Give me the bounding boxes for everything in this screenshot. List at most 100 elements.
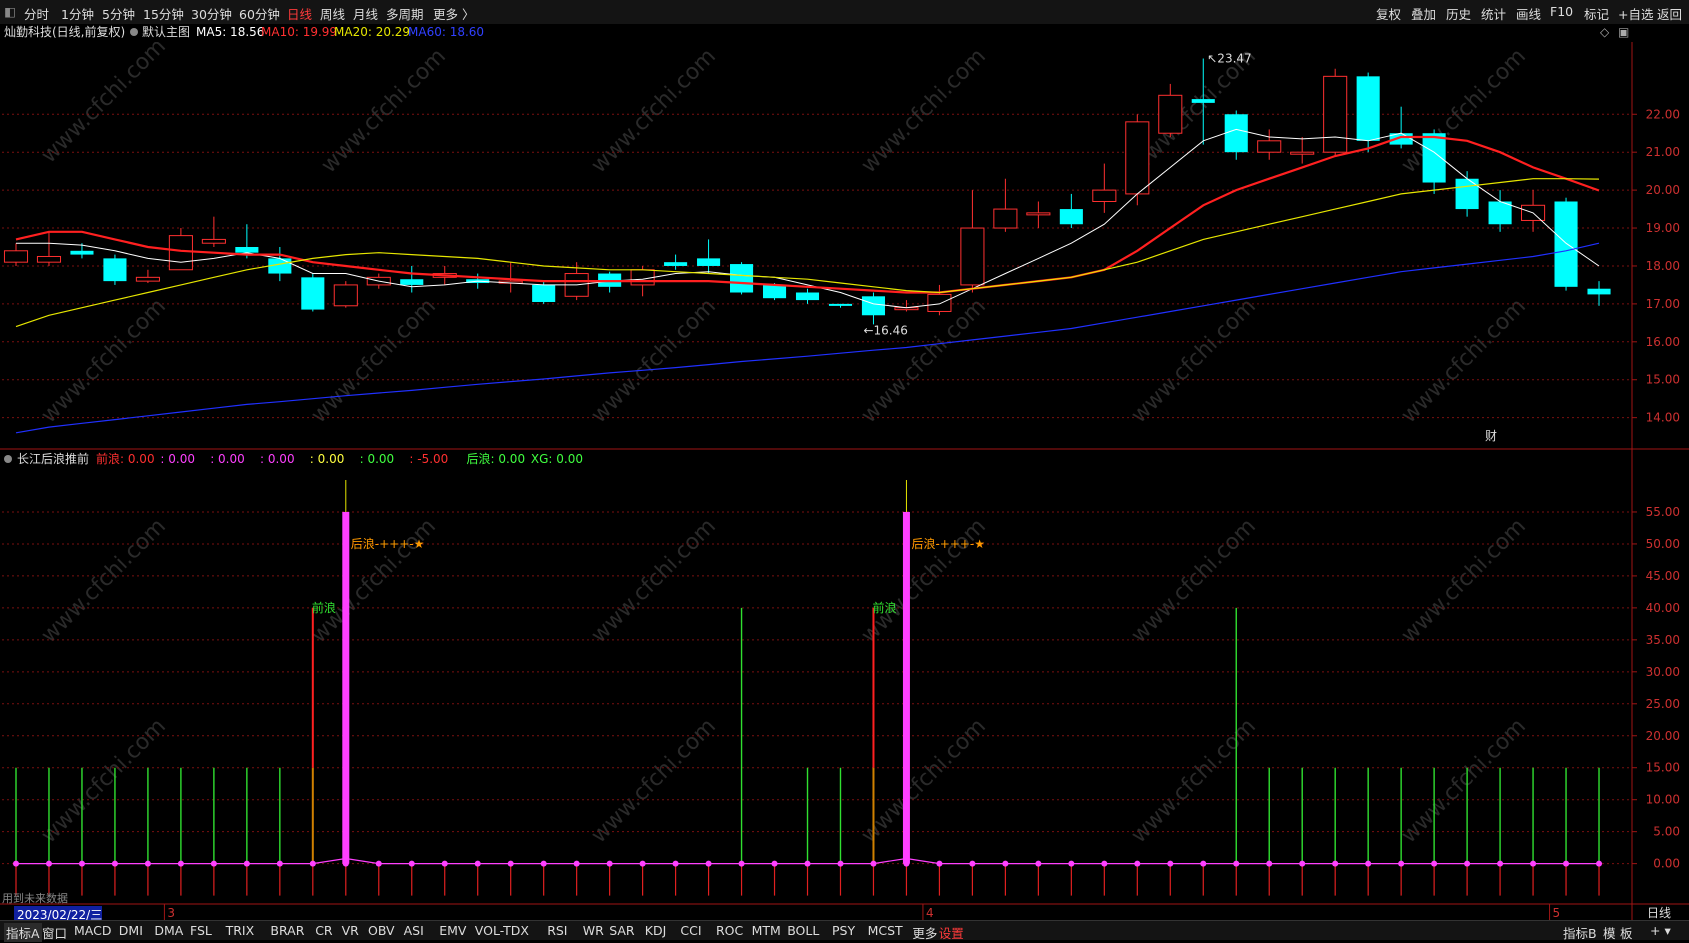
magenta-bar-10 — [342, 511, 350, 864]
sub-ytick-label-5: 25.00 — [1646, 697, 1680, 711]
toolbar-button-1[interactable]: 叠加 — [1411, 4, 1436, 23]
period-tab-0[interactable]: 分时 — [24, 4, 49, 23]
panel-max-icon[interactable]: ▣ — [1618, 25, 1629, 39]
indicator-tab-1[interactable]: DMI — [119, 923, 143, 938]
ma60-value: MA60: 18.60 — [408, 25, 484, 39]
indicator-tab-14[interactable]: SAR — [609, 923, 634, 938]
zero-dot-7 — [243, 860, 250, 867]
period-tab-8[interactable]: 月线 — [353, 4, 378, 23]
indicator-tab-5[interactable]: BRAR — [270, 923, 304, 938]
toolbar-button-3[interactable]: 统计 — [1481, 4, 1506, 23]
sub-ytick-label-2: 10.00 — [1646, 793, 1680, 807]
indicator-tabs: 指标A 窗口 MACD DMI DMA FSL TRIX BRAR CR VR OBV ASI EMV V… — [0, 920, 1689, 942]
period-tab-6[interactable]: 日线 — [287, 4, 312, 23]
zero-dot-4 — [144, 860, 151, 867]
watermark-layer: www.cfchi.com www.cfchi.com www.cfchi.com w… — [37, 34, 1531, 848]
period-tab-9[interactable]: 多周期 — [386, 4, 424, 23]
toolbar-button-2[interactable]: 历史 — [1446, 4, 1471, 23]
zero-dot-46 — [1530, 860, 1537, 867]
indicator-plot: 前浪 前浪 后浪-+++-★ 后浪-+++-★ — [13, 480, 1603, 896]
zero-dot-34 — [1134, 860, 1141, 867]
candle-body-48 — [1587, 288, 1611, 295]
sub-ytick-label-0: 0.00 — [1653, 857, 1680, 871]
indicator-tab-16[interactable]: CCI — [680, 923, 701, 938]
indicator-tab-4[interactable]: TRIX — [226, 923, 255, 938]
toolbar-button-5[interactable]: F10 — [1550, 4, 1573, 19]
indicator-tab-20[interactable]: PSY — [832, 923, 855, 938]
candle-body-2 — [70, 250, 94, 255]
toolbar-button-8[interactable]: 返回 — [1657, 4, 1682, 23]
toolbar-button-0[interactable]: 复权 — [1376, 4, 1401, 23]
indicator-tab-23[interactable]: 设置 — [939, 923, 964, 942]
indicator-b-button[interactable]: 指标B — [1563, 923, 1597, 942]
period-tab-5[interactable]: 60分钟 — [239, 4, 280, 23]
main-template-label[interactable]: 默认主图 — [142, 24, 190, 39]
indicator-tab-11[interactable]: VOL-TDX — [475, 923, 529, 938]
sub-ytick-label-3: 15.00 — [1646, 761, 1680, 775]
candle-body-37 — [1224, 114, 1248, 153]
indicator-tab-21[interactable]: MCST — [868, 923, 903, 938]
panel-diamond-icon[interactable]: ◇ — [1600, 25, 1610, 39]
toolbar-button-4[interactable]: 画线 — [1516, 4, 1541, 23]
candle-body-28 — [927, 293, 952, 312]
add-indicator-icon[interactable]: + ▾ — [1650, 923, 1671, 938]
template-toggle-icon[interactable] — [130, 28, 138, 36]
zero-dot-40 — [1332, 860, 1339, 867]
period-tab-4[interactable]: 30分钟 — [191, 4, 232, 23]
watermark-20: www.cfchi.com — [857, 714, 991, 848]
indicator-tab-0[interactable]: MACD — [74, 923, 111, 938]
zero-dot-33 — [1101, 860, 1108, 867]
window-menu-icon[interactable]: ◧ — [4, 4, 16, 19]
indicator-tab-13[interactable]: WR — [583, 923, 604, 938]
future-data-note: 用到未来数据 — [2, 891, 68, 905]
window-button[interactable]: 窗口 — [42, 923, 67, 942]
indicator-tab-12[interactable]: RSI — [547, 923, 567, 938]
indicator-tab-18[interactable]: MTM — [752, 923, 781, 938]
period-tab-1[interactable]: 1分钟 — [61, 4, 94, 23]
indicator-tab-9[interactable]: ASI — [404, 923, 424, 938]
candle-body-7 — [235, 247, 259, 253]
indicator-value-5: : 0.00 — [360, 452, 395, 466]
indicator-tab-19[interactable]: BOLL — [787, 923, 819, 938]
template-button-2[interactable]: 板 — [1620, 923, 1633, 942]
indicator-tab-8[interactable]: OBV — [368, 923, 395, 938]
watermark-1: www.cfchi.com — [317, 44, 451, 178]
indicator-tab-10[interactable]: EMV — [439, 923, 466, 938]
qianlang-label-9: 前浪 — [312, 600, 336, 615]
indicator-a-button[interactable]: 指标A — [4, 923, 42, 942]
indicator-tab-17[interactable]: ROC — [716, 923, 743, 938]
zero-dot-27 — [903, 860, 910, 867]
zero-dot-29 — [969, 860, 976, 867]
finance-badge[interactable]: 财 — [1485, 429, 1497, 443]
zero-dot-5 — [177, 860, 184, 867]
candle-body-22 — [730, 264, 754, 293]
indicator-name[interactable]: 长江后浪推前 — [17, 451, 89, 466]
template-button-1[interactable]: 模 — [1603, 923, 1616, 942]
watermark-21: www.cfchi.com — [1127, 714, 1261, 848]
indicator-tab-15[interactable]: KDJ — [645, 923, 667, 938]
period-tab-3[interactable]: 15分钟 — [143, 4, 184, 23]
month-label-1: 4 — [926, 906, 934, 920]
zero-dot-23 — [771, 860, 778, 867]
toolbar-button-7[interactable]: +自选 — [1618, 4, 1653, 23]
period-tab-2[interactable]: 5分钟 — [102, 4, 135, 23]
indicator-tab-6[interactable]: CR — [315, 923, 332, 938]
candle-body-20 — [664, 262, 688, 266]
low-price-label: ←16.46 — [863, 323, 907, 337]
period-tab-10[interactable]: 更多 〉 — [433, 4, 474, 23]
watermark-12: www.cfchi.com — [37, 514, 171, 648]
period-tab-7[interactable]: 周线 — [320, 4, 345, 23]
candle-body-29 — [960, 227, 985, 286]
toolbar-button-6[interactable]: 标记 — [1584, 4, 1609, 23]
main-ytick-label-7: 21.00 — [1646, 145, 1680, 159]
watermark-8: www.cfchi.com — [587, 294, 721, 428]
indicator-tab-22[interactable]: 更多 — [912, 923, 937, 942]
main-ytick-label-0: 14.00 — [1646, 411, 1680, 425]
indicator-tab-3[interactable]: FSL — [190, 923, 212, 938]
zero-dot-22 — [738, 860, 745, 867]
indicator-tab-7[interactable]: VR — [342, 923, 359, 938]
main-ytick-label-2: 16.00 — [1646, 335, 1680, 349]
indicator-toggle-icon[interactable] — [4, 455, 12, 463]
zero-dot-47 — [1563, 860, 1570, 867]
indicator-tab-2[interactable]: DMA — [154, 923, 183, 938]
